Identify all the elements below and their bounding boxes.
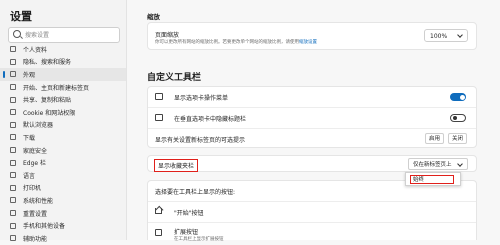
new-tab-tips-row: 显示有关设置新标签页的可选提示 启用 关闭 — [148, 128, 476, 148]
chevron-down-icon — [457, 32, 463, 38]
chevron-down-icon — [457, 160, 463, 167]
zoom-settings-link[interactable]: 缩放设置 — [299, 40, 317, 45]
sidebar-item-label: 隐私、搜索和服务 — [23, 59, 72, 67]
hide-title-bar-label: 在垂直选项卡中隐藏标题栏 — [174, 116, 247, 123]
sidebar-item-label: Cookie 和网站权限 — [23, 109, 76, 117]
sidebar-item-system[interactable]: 系统和性能 — [0, 194, 126, 207]
enable-button[interactable]: 启用 — [425, 133, 444, 144]
home-button-row: "开始"按钮 — [148, 201, 476, 222]
hide-title-bar-row: 在垂直选项卡中隐藏标题栏 — [148, 107, 476, 127]
dropdown-option-always[interactable]: 始终 — [410, 175, 454, 184]
settings-title: 设置 — [10, 10, 32, 23]
sidebar-item-profile[interactable]: 个人资料 — [0, 43, 126, 56]
language-icon — [10, 172, 16, 179]
sidebar-item-label: Edge 栏 — [23, 160, 47, 168]
printer-icon — [10, 184, 16, 191]
extensions-button-description: 在工具栏上显示扩展按钮 — [174, 237, 224, 242]
sidebar-item-appearance[interactable]: 外观 — [0, 68, 126, 81]
sidebar-item-family[interactable]: 家庭安全 — [0, 144, 126, 157]
sidebar-item-share[interactable]: 共享、复制和粘贴 — [0, 93, 126, 106]
sidebar-item-accessibility[interactable]: 辅助功能 — [0, 232, 126, 245]
favorites-bar-label: 显示收藏夹栏 — [154, 159, 199, 172]
tab-actions-menu-icon — [155, 93, 163, 100]
search-box[interactable] — [8, 27, 120, 43]
new-tab-tips-label: 显示有关设置新标签页的可选提示 — [155, 137, 246, 144]
sidebar-item-label: 开始、主页和新建标签页 — [23, 84, 90, 92]
share-icon — [10, 96, 16, 103]
sidebar-item-downloads[interactable]: 下载 — [0, 131, 126, 144]
sidebar-item-label: 外观 — [23, 71, 36, 79]
sidebar-item-privacy[interactable]: 隐私、搜索和服务 — [0, 56, 126, 69]
zoom-description-text: 你可以更改所有网站的缩放比例。若要更改单个网站的缩放比例，请使用 — [155, 40, 299, 45]
palette-icon — [10, 71, 16, 78]
sidebar-item-label: 家庭安全 — [23, 147, 48, 155]
browser-icon — [10, 121, 16, 128]
reset-icon — [10, 210, 16, 217]
phone-icon — [10, 222, 16, 229]
sidebar-item-printers[interactable]: 打印机 — [0, 182, 126, 195]
cookie-icon — [10, 109, 16, 116]
zoom-select[interactable]: 100% — [424, 29, 468, 42]
search-icon — [13, 30, 21, 38]
zoom-value: 100% — [430, 33, 448, 40]
sidebar-item-languages[interactable]: 语言 — [0, 169, 126, 182]
lock-icon — [10, 58, 16, 65]
sidebar-item-reset[interactable]: 重置设置 — [0, 207, 126, 220]
home-icon — [155, 208, 162, 214]
home-icon — [10, 84, 16, 91]
zoom-label: 页面缩放 — [155, 32, 180, 39]
favorites-bar-card: 显示收藏夹栏 仅在新标签页上 — [147, 155, 477, 172]
favorites-bar-value: 仅在新标签页上 — [413, 162, 452, 168]
tab-actions-row: 显示选项卡操作菜单 — [148, 87, 476, 107]
sidebar-item-label: 辅助功能 — [23, 235, 48, 243]
sidebar-item-label: 系统和性能 — [23, 197, 54, 205]
sidebar-item-phone[interactable]: 手机和其他设备 — [0, 219, 126, 232]
sidebar-item-label: 重置设置 — [23, 210, 48, 218]
hide-title-bar-toggle[interactable] — [450, 114, 466, 122]
zoom-description: 你可以更改所有网站的缩放比例。若要更改单个网站的缩放比例，请使用缩放设置 — [155, 39, 317, 45]
toolbar-buttons-card: 选择要在工具栏上显示的按钮: "开始"按钮 扩展按钮 在工具栏上显示扩展按钮 — [147, 180, 477, 242]
toolbar-card: 显示选项卡操作菜单 在垂直选项卡中隐藏标题栏 显示有关设置新标签页的可选提示 启… — [147, 86, 477, 148]
sidebar-item-label: 下载 — [23, 134, 36, 142]
extensions-button-label: 扩展按钮 — [174, 229, 199, 236]
sidebar-panel-icon — [10, 159, 16, 166]
sidebar-item-edge-bar[interactable]: Edge 栏 — [0, 156, 126, 169]
sidebar-item-label: 手机和其他设备 — [23, 223, 66, 231]
accessibility-icon — [10, 235, 16, 242]
computer-icon — [10, 197, 16, 204]
tab-actions-toggle[interactable] — [450, 93, 466, 101]
sidebar-item-start-home[interactable]: 开始、主页和新建标签页 — [0, 81, 126, 94]
puzzle-icon — [155, 229, 162, 236]
disable-button[interactable]: 关闭 — [448, 133, 467, 144]
sidebar-item-label: 语言 — [23, 172, 36, 180]
family-icon — [10, 147, 16, 154]
sidebar-item-label: 共享、复制和粘贴 — [23, 97, 72, 105]
sidebar-item-cookies[interactable]: Cookie 和网站权限 — [0, 106, 126, 119]
search-input[interactable] — [25, 28, 115, 42]
sidebar-item-label: 默认浏览器 — [23, 122, 54, 130]
vertical-tabs-icon — [155, 114, 163, 121]
toolbar-buttons-title: 选择要在工具栏上显示的按钮: — [155, 189, 236, 196]
zoom-card: 页面缩放 你可以更改所有网站的缩放比例。若要更改单个网站的缩放比例，请使用缩放设… — [147, 22, 477, 50]
sidebar: 设置 个人资料 隐私、搜索和服务 外观 开始、主页和新建标签页 共享、复制和粘贴… — [0, 0, 127, 243]
sidebar-item-label: 打印机 — [23, 185, 42, 193]
sidebar-item-default-browser[interactable]: 默认浏览器 — [0, 119, 126, 132]
tab-actions-label: 显示选项卡操作菜单 — [174, 95, 229, 102]
person-icon — [10, 46, 16, 53]
toolbar-section-title: 自定义工具栏 — [147, 73, 202, 83]
favorites-bar-select[interactable]: 仅在新标签页上 — [408, 158, 468, 170]
favorites-bar-dropdown: 始终 — [405, 172, 461, 186]
zoom-section-title: 缩放 — [147, 13, 160, 21]
sidebar-item-label: 个人资料 — [23, 46, 48, 54]
download-icon — [10, 134, 16, 141]
home-button-label: "开始"按钮 — [174, 210, 204, 217]
settings-content: 缩放 页面缩放 你可以更改所有网站的缩放比例。若要更改单个网站的缩放比例，请使用… — [127, 0, 500, 242]
sidebar-nav: 个人资料 隐私、搜索和服务 外观 开始、主页和新建标签页 共享、复制和粘贴 Co… — [0, 43, 126, 245]
